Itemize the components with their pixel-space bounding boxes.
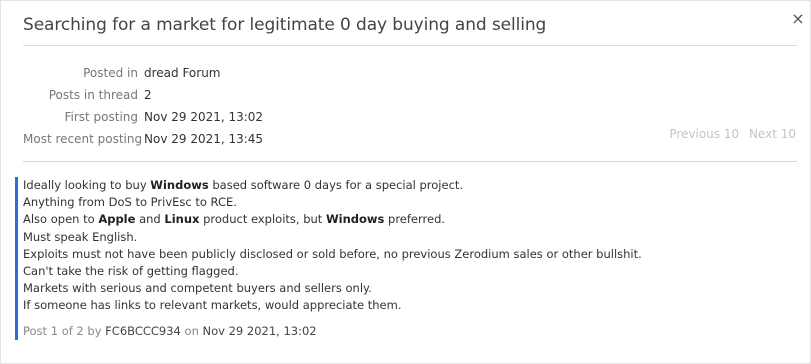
dialog-header: Searching for a market for legitimate 0 …: [23, 15, 797, 46]
pager: Previous 10 Next 10: [663, 127, 796, 141]
post-text-bold: Apple: [98, 212, 136, 227]
post-line: Ideally looking to buy Windows based sof…: [23, 177, 795, 194]
post-footer: Post 1 of 2 by FC6BCCC934 on Nov 29 2021…: [23, 323, 795, 340]
post-text-bold: Windows: [150, 178, 209, 192]
post-line: Exploits must not have been publicly dis…: [23, 246, 795, 263]
post-body: Ideally looking to buy Windows based sof…: [23, 177, 795, 315]
post-footer-on: on: [180, 323, 203, 338]
meta-row-posts-in-thread: Posts in thread 2: [23, 84, 263, 106]
previous-10-link[interactable]: Previous 10: [669, 127, 739, 141]
post-text: Exploits must not have been publicly dis…: [23, 246, 642, 261]
meta-value: Nov 29 2021, 13:45: [144, 132, 264, 146]
post-text: Anything from DoS to PrivEsc to RCE.: [23, 195, 237, 210]
post-text-bold: Windows: [325, 212, 385, 227]
post-text: Ideally looking to buy: [23, 178, 151, 192]
post-line: Anything from DoS to PrivEsc to RCE.: [23, 194, 795, 211]
post-line: Can't take the risk of getting flagged.: [23, 263, 795, 280]
thread-dialog: Searching for a market for legitimate 0 …: [0, 0, 811, 364]
post-line: Markets with serious and competent buyer…: [23, 280, 795, 297]
divider: [23, 161, 797, 162]
thread-title: Searching for a market for legitimate 0 …: [23, 15, 547, 35]
post-line: Also open to Apple and Linux product exp…: [23, 211, 795, 228]
post-line: Must speak English.: [23, 229, 795, 246]
meta-row-most-recent-posting: Most recent posting Nov 29 2021, 13:45: [23, 128, 263, 150]
post-text: based software 0 days for a special proj…: [208, 178, 464, 192]
meta-label: First posting: [64, 110, 138, 124]
post-text: Can't take the risk of getting flagged.: [23, 264, 239, 279]
post-footer-prefix: Post 1 of 2 by: [23, 323, 106, 338]
meta-row-posted-in: Posted in dread Forum: [23, 62, 263, 84]
meta-row-first-posting: First posting Nov 29 2021, 13:02: [23, 106, 263, 128]
meta-value: 2: [144, 88, 152, 102]
next-10-link[interactable]: Next 10: [749, 127, 796, 141]
meta-label: Posted in: [83, 66, 138, 80]
post-text-bold: Linux: [164, 212, 200, 227]
meta-label: Most recent posting: [23, 132, 143, 146]
post-text: Also open to: [23, 212, 99, 227]
post-text: Markets with serious and competent buyer…: [23, 281, 372, 296]
meta-value: dread Forum: [144, 66, 221, 80]
post-text: and: [135, 212, 165, 227]
post: Ideally looking to buy Windows based sof…: [15, 177, 795, 340]
post-line: If someone has links to relevant markets…: [23, 297, 795, 314]
post-date: Nov 29 2021, 13:02: [202, 323, 317, 338]
meta-label: Posts in thread: [48, 88, 138, 102]
close-icon[interactable]: ×: [791, 11, 805, 27]
post-text: Must speak English.: [23, 229, 138, 244]
post-author-link[interactable]: FC6BCCC934: [105, 324, 181, 338]
post-text: If someone has links to relevant markets…: [23, 298, 402, 313]
meta-value: Nov 29 2021, 13:02: [144, 110, 264, 124]
post-text: preferred.: [384, 212, 446, 227]
post-text: product exploits, but: [199, 212, 326, 227]
thread-meta: Posted in dread Forum Posts in thread 2 …: [23, 62, 263, 150]
